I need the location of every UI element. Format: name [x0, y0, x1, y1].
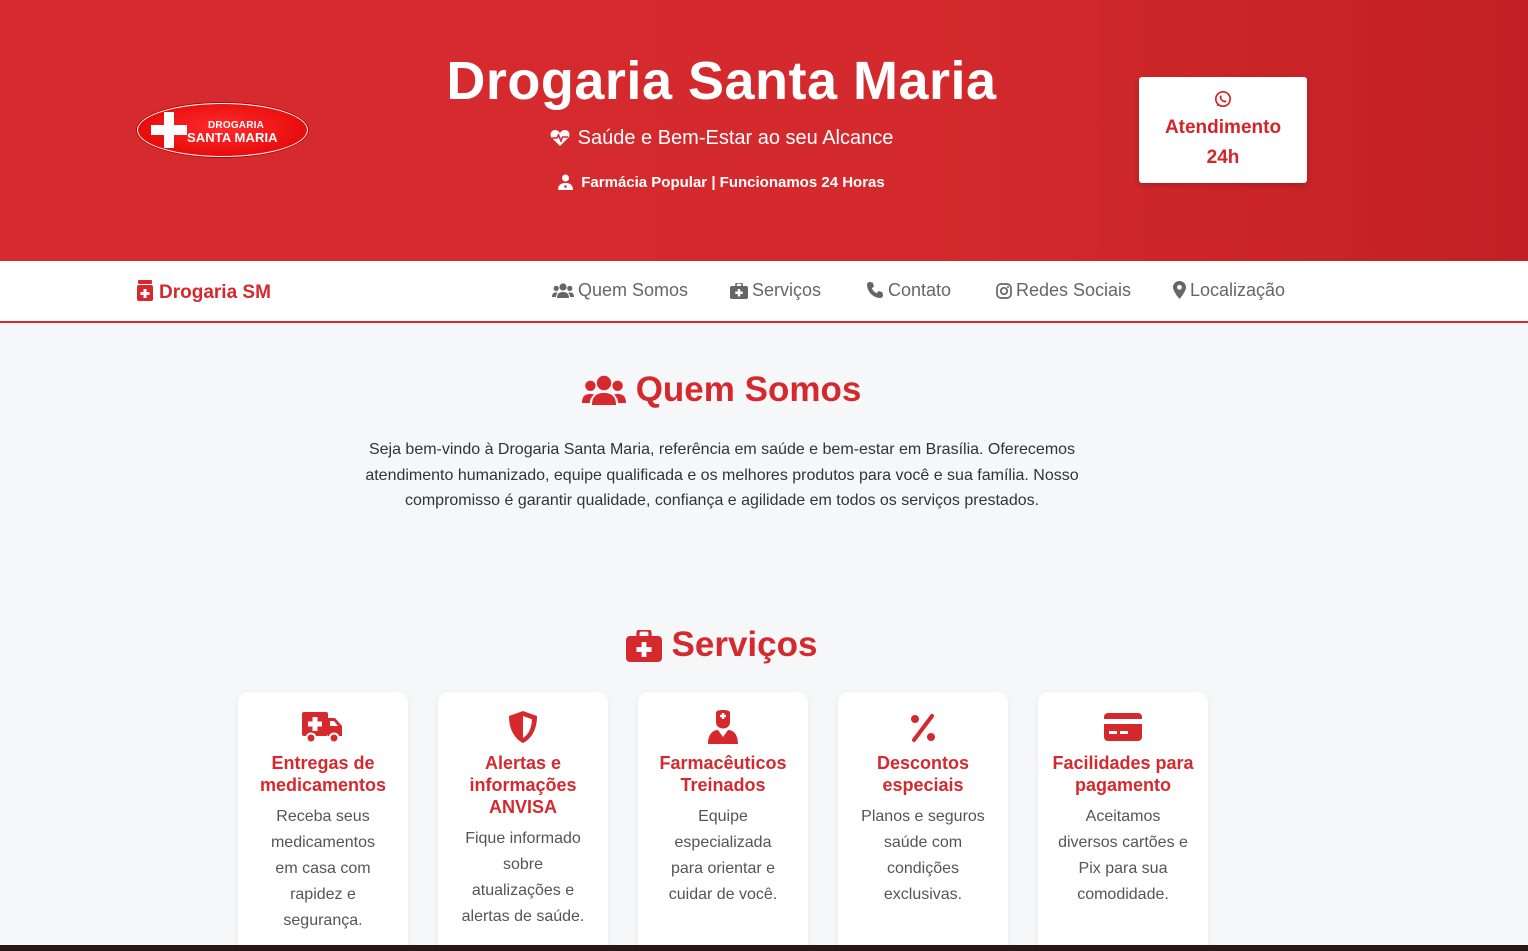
service-card-descontos: Descontos especiais Planos e seguros saú…: [838, 692, 1008, 951]
about-text: Seja bem-vindo à Drogaria Santa Maria, r…: [365, 441, 1079, 509]
footer-edge: [0, 945, 1528, 951]
service-card-text: Planos e seguros saúde com condições exc…: [861, 808, 985, 903]
nav-item-label: Redes Sociais: [1016, 280, 1132, 300]
instagram-icon: [996, 283, 1012, 299]
credit-card-icon: [1104, 713, 1142, 741]
nav-item-label: Serviços: [752, 280, 822, 300]
service-card-title: Descontos especiais: [876, 753, 970, 795]
service-card-title: Alertas e informações ANVISA: [469, 753, 577, 817]
service-card-farmaceuticos: Farmacêuticos Treinados Equipe especiali…: [638, 692, 808, 951]
map-pin-icon: [1173, 281, 1186, 299]
nav-item-label: Quem Somos: [578, 280, 689, 300]
pharmacist-icon: [708, 710, 738, 744]
hero-header: DROGARIA SANTA MARIA Drogaria Santa Mari…: [0, 0, 1528, 261]
medkit-icon: [730, 282, 748, 299]
hero-note-text: Farmácia Popular | Funcionamos 24 Horas: [581, 174, 885, 191]
medkit-icon: [625, 628, 662, 662]
pill-bottle-icon: [137, 280, 153, 301]
shield-icon: [509, 711, 537, 743]
about-title-text: Quem Somos: [635, 370, 862, 409]
phone-icon: [867, 282, 883, 298]
nav-item-label: Contato: [888, 280, 952, 300]
nav-item-label: Localização: [1190, 280, 1286, 300]
users-icon: [581, 375, 626, 405]
service-card-pagamento: Facilidades para pagamento Aceitamos div…: [1038, 692, 1208, 951]
attendance-label: Atendimento 24h: [1164, 117, 1282, 168]
percent-icon: [911, 714, 935, 742]
attendance-24h-button[interactable]: Atendimento 24h: [1139, 77, 1307, 183]
service-card-text: Aceitamos diversos cartões e Pix para su…: [1058, 808, 1188, 903]
services-title-text: Serviços: [671, 625, 818, 664]
service-card-title: Entregas de medicamentos: [259, 753, 387, 795]
nav-item-localizacao[interactable]: Localização: [1173, 280, 1285, 301]
nav-item-servicos[interactable]: Serviços: [730, 280, 821, 301]
ambulance-icon: [302, 712, 342, 744]
hero-subtitle-text: Saúde e Bem-Estar ao seu Alcance: [577, 127, 894, 149]
nav-item-redes-sociais[interactable]: Redes Sociais: [996, 280, 1131, 301]
nav-item-contato[interactable]: Contato: [866, 280, 951, 301]
navbar-brand-label: Drogaria SM: [159, 282, 271, 303]
whatsapp-icon: [1214, 90, 1232, 108]
service-card-anvisa: Alertas e informações ANVISA Fique infor…: [438, 692, 608, 951]
service-card-text: Equipe especializada para orientar e cui…: [668, 808, 778, 903]
service-card-text: Fique informado sobre atualizações e ale…: [461, 830, 585, 925]
heartbeat-icon: [550, 130, 570, 146]
main-navbar: Drogaria SM Quem Somos Serviços Contato …: [0, 261, 1528, 323]
service-card-text: Receba seus medicamentos em casa com rap…: [270, 808, 376, 929]
service-card-entregas: Entregas de medicamentos Receba seus med…: [238, 692, 408, 951]
service-card-title: Farmacêuticos Treinados: [659, 753, 787, 795]
navbar-brand[interactable]: Drogaria SM: [137, 280, 271, 304]
users-icon: [552, 283, 574, 298]
about-section-title: Quem Somos: [0, 370, 1443, 410]
service-card-title: Facilidades para pagamento: [1052, 753, 1194, 795]
services-section-title: Serviços: [0, 625, 1443, 665]
nav-item-quem-somos[interactable]: Quem Somos: [552, 280, 688, 301]
doctor-icon: [558, 174, 574, 190]
